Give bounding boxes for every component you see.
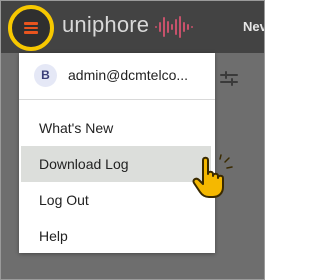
top-nav-truncated-link[interactable]: Nev [243,19,264,34]
menu-item-help[interactable]: Help [21,218,211,254]
account-row: B admin@dcmtelco... [19,53,215,100]
brand-logo-text: uniphore [62,12,150,37]
hamburger-icon [24,22,38,34]
app-frame: uniphore Nev B admin@dcmtelco... What's … [0,0,265,280]
hand-pointer-cursor-icon [192,154,233,198]
menu-item-download-log[interactable]: Download Log [21,146,211,182]
account-email: admin@dcmtelco... [68,67,189,83]
top-bar: uniphore Nev [1,1,264,53]
menu-item-log-out[interactable]: Log Out [21,182,211,218]
filter-sliders-icon[interactable] [220,71,238,87]
hamburger-menu-button[interactable] [8,5,54,51]
user-dropdown-menu: B admin@dcmtelco... What's New Download … [19,53,215,253]
sound-wave-icon [155,16,193,38]
avatar: B [34,64,57,87]
menu-item-whats-new[interactable]: What's New [21,110,211,146]
